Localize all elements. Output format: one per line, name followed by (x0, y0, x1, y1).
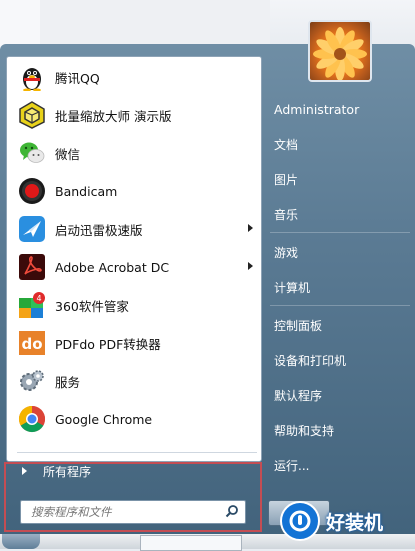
program-item-acrobat[interactable]: Adobe Acrobat DC (13, 249, 257, 285)
program-label: 360软件管家 (55, 298, 129, 314)
right-item-default-programs[interactable]: 默认程序 (270, 382, 414, 408)
batch-resize-icon (17, 100, 47, 130)
program-item-360[interactable]: 4 360软件管家 (13, 287, 257, 323)
right-item-pictures[interactable]: 图片 (270, 166, 414, 192)
right-item-run[interactable]: 运行... (270, 452, 414, 478)
right-item-games[interactable]: 游戏 (270, 239, 414, 265)
chrome-icon (17, 404, 47, 434)
right-item-music[interactable]: 音乐 (270, 201, 414, 227)
watermark: 好装机 (280, 500, 412, 542)
right-item-user[interactable]: Administrator (270, 96, 414, 122)
xunlei-bird-icon (17, 214, 47, 244)
program-label: Adobe Acrobat DC (55, 259, 170, 275)
right-item-documents[interactable]: 文档 (270, 131, 414, 157)
program-item-pdfdo[interactable]: do PDFdo PDF转换器 (13, 325, 257, 361)
program-label: 批量缩放大师 演示版 (55, 108, 172, 124)
program-item-qq[interactable]: 腾讯QQ (13, 59, 257, 95)
bandicam-record-icon (17, 176, 47, 206)
program-label: Bandicam (55, 183, 118, 199)
acrobat-icon (17, 252, 47, 282)
program-item-xunlei[interactable]: 启动迅雷极速版 (13, 211, 257, 247)
program-item-batch-resize[interactable]: 批量缩放大师 演示版 (13, 97, 257, 133)
start-orb-icon[interactable] (2, 534, 40, 549)
program-label: 微信 (55, 146, 81, 162)
wechat-icon (17, 138, 47, 168)
services-gear-icon (17, 366, 47, 396)
watermark-logo-icon (280, 501, 320, 541)
highlight-box (4, 462, 262, 532)
right-item-control-panel[interactable]: 控制面板 (270, 312, 414, 338)
program-item-chrome[interactable]: Google Chrome (13, 401, 257, 437)
separator (270, 232, 410, 233)
qq-penguin-icon (17, 62, 47, 92)
separator (270, 305, 410, 306)
divider (17, 452, 257, 453)
svg-text:4: 4 (36, 294, 41, 303)
programs-pane: 腾讯QQ 批量缩放大师 演示版 微信 Bandicam 启动迅雷极速版 Adob… (6, 56, 262, 462)
user-picture[interactable] (308, 20, 372, 82)
pdfdo-icon: do (17, 328, 47, 358)
right-item-help-support[interactable]: 帮助和支持 (270, 417, 414, 443)
right-item-computer[interactable]: 计算机 (270, 274, 414, 300)
right-item-devices-printers[interactable]: 设备和打印机 (270, 347, 414, 373)
program-label: 腾讯QQ (55, 70, 100, 86)
submenu-arrow-icon[interactable] (248, 224, 253, 232)
flower-picture-icon (313, 27, 367, 80)
submenu-arrow-icon[interactable] (248, 262, 253, 270)
program-label: PDFdo PDF转换器 (55, 336, 161, 352)
360-manager-icon: 4 (17, 290, 47, 320)
svg-text:do: do (21, 335, 42, 353)
program-label: 启动迅雷极速版 (55, 222, 143, 238)
program-item-services[interactable]: 服务 (13, 363, 257, 399)
program-label: 服务 (55, 374, 81, 390)
program-label: Google Chrome (55, 411, 153, 427)
watermark-text: 好装机 (326, 511, 384, 534)
program-item-wechat[interactable]: 微信 (13, 135, 257, 171)
program-item-bandicam[interactable]: Bandicam (13, 173, 257, 209)
